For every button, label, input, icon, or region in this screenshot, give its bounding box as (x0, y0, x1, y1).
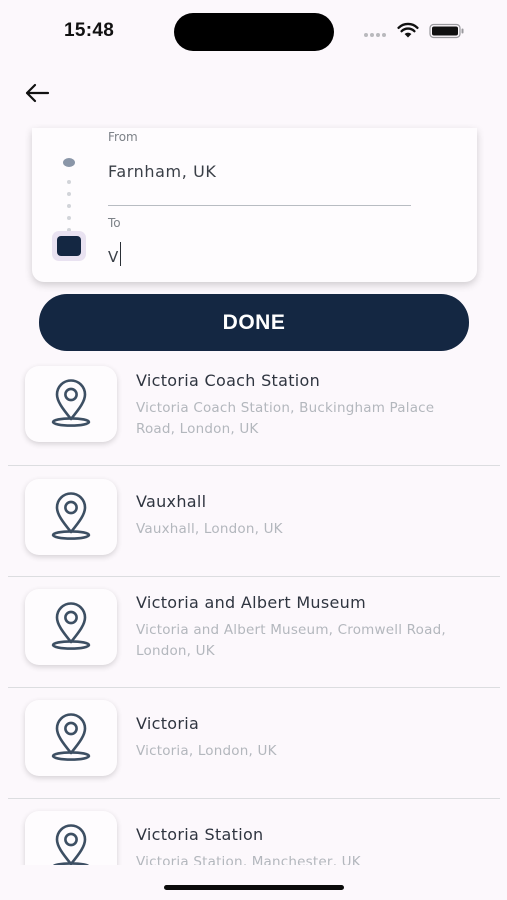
place-address: Victoria Coach Station, Buckingham Palac… (136, 400, 435, 437)
result-pin-tile (25, 366, 117, 442)
result-pin-tile (25, 700, 117, 776)
arrow-left-icon (25, 83, 50, 103)
to-input[interactable]: V (108, 242, 411, 272)
dynamic-island (174, 13, 334, 51)
map-pin-icon (51, 492, 91, 540)
result-item[interactable]: Victoria Victoria, London, UK (8, 688, 500, 799)
result-pin-tile (25, 479, 117, 555)
search-results-list: Victoria Coach Station Victoria Coach St… (0, 355, 507, 865)
map-pin-icon (51, 379, 91, 427)
place-name: Victoria Coach Station (136, 371, 321, 390)
place-name: Victoria and Albert Museum (136, 593, 366, 612)
result-item[interactable]: Victoria and Albert Museum Victoria and … (8, 577, 500, 688)
result-item[interactable]: Victoria Coach Station Victoria Coach St… (8, 355, 500, 466)
result-pin-tile (25, 589, 117, 665)
status-time: 15:48 (64, 20, 115, 41)
from-input[interactable]: Farnham, UK (108, 160, 411, 206)
origin-dot-icon (63, 158, 75, 167)
wifi-icon (397, 22, 419, 38)
from-input-value: Farnham, UK (108, 162, 217, 181)
text-caret (120, 242, 122, 266)
map-pin-icon (51, 713, 91, 761)
route-connector (67, 180, 71, 232)
cellular-signal-icon (364, 33, 386, 37)
to-label: To (108, 216, 121, 230)
place-address: Victoria, London, UK (136, 743, 277, 759)
place-address: Vauxhall, London, UK (136, 521, 283, 537)
map-pin-icon (51, 602, 91, 650)
place-name: Victoria (136, 714, 200, 733)
done-button[interactable]: DONE (39, 294, 469, 351)
back-button[interactable] (22, 78, 52, 108)
to-input-value: V (108, 248, 119, 266)
battery-icon (429, 23, 464, 39)
place-name: Vauxhall (136, 492, 207, 511)
from-label: From (108, 130, 138, 144)
status-bar: 15:48 (0, 0, 507, 62)
result-item[interactable]: Vauxhall Vauxhall, London, UK (8, 466, 500, 577)
route-card: From Farnham, UK To V (32, 128, 477, 282)
map-pin-icon (52, 824, 90, 865)
place-address: Victoria and Albert Museum, Cromwell Roa… (136, 622, 446, 659)
place-name: Victoria Station (136, 825, 264, 844)
result-pin-tile (25, 811, 117, 865)
destination-square-icon (52, 231, 86, 261)
result-item[interactable]: Victoria Station Victoria Station, Manch… (8, 799, 500, 865)
home-indicator (164, 885, 344, 890)
place-address: Victoria Station, Manchester, UK (136, 854, 361, 865)
